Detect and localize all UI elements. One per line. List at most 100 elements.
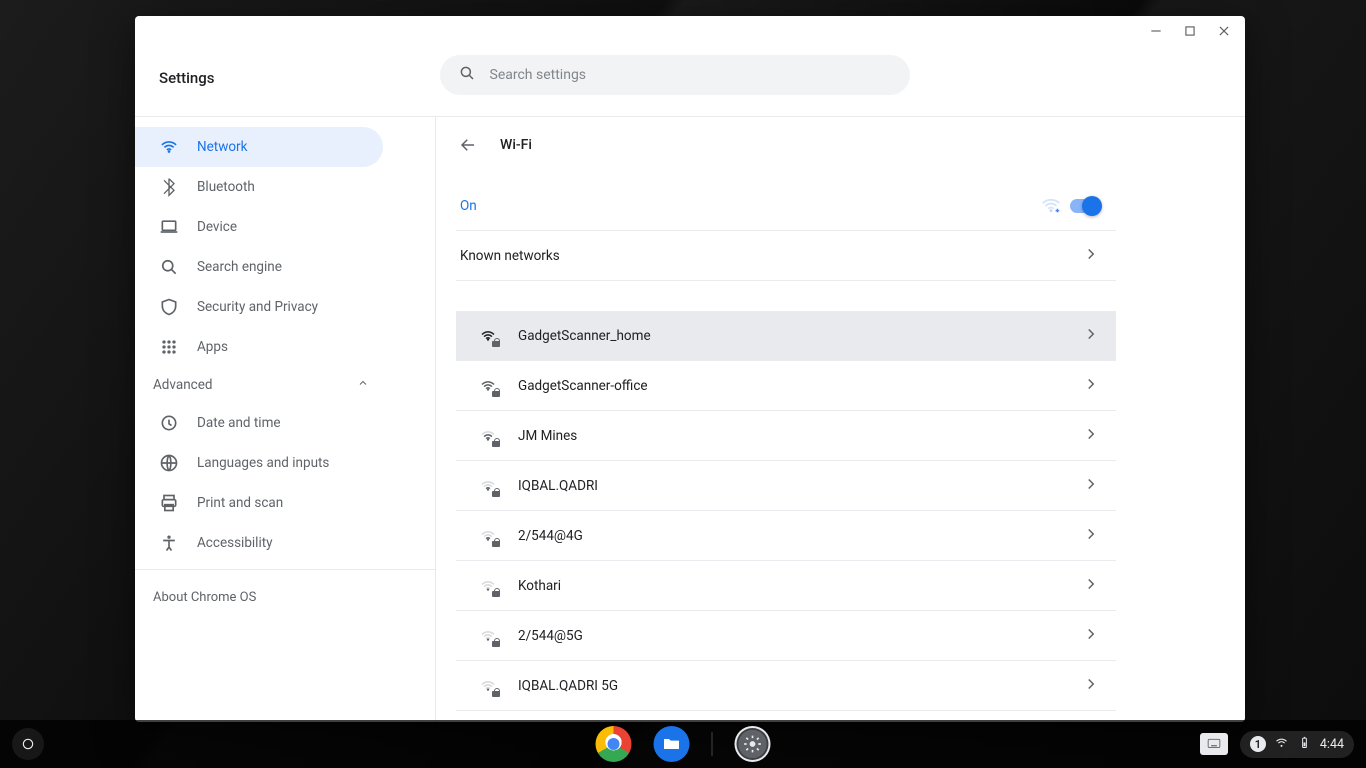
- wifi-network-row[interactable]: IQBAL.QADRI 5G: [456, 661, 1116, 711]
- sidebar-item-device[interactable]: Device: [135, 207, 383, 247]
- sidebar-item-date-and-time[interactable]: Date and time: [135, 403, 383, 443]
- sidebar-item-search-engine[interactable]: Search engine: [135, 247, 383, 287]
- clock: 4:44: [1320, 737, 1344, 752]
- wifi-signal-icon: [477, 377, 499, 395]
- sidebar-about[interactable]: About Chrome OS: [135, 576, 435, 619]
- wifi-network-row[interactable]: 2/544@5G: [456, 611, 1116, 661]
- lock-icon: [492, 338, 500, 347]
- lock-icon: [492, 688, 500, 697]
- clock-icon: [159, 413, 179, 433]
- chrome-app-icon[interactable]: [596, 726, 632, 762]
- lock-icon: [492, 588, 500, 597]
- sidebar-item-label: Security and Privacy: [197, 299, 318, 315]
- maximize-button[interactable]: [1183, 24, 1197, 38]
- back-button[interactable]: [458, 135, 478, 155]
- sidebar-item-label: Network: [197, 139, 247, 155]
- chevron-right-icon: [1082, 425, 1100, 447]
- chevron-right-icon: [1082, 375, 1100, 397]
- search-icon: [458, 64, 476, 86]
- access-icon: [159, 533, 179, 553]
- sidebar-item-languages-and-inputs[interactable]: Languages and inputs: [135, 443, 383, 483]
- chevron-right-icon: [1082, 475, 1100, 497]
- wifi-network-row[interactable]: GadgetScanner-office: [456, 361, 1116, 411]
- globe-icon: [159, 453, 179, 473]
- wifi-network-row[interactable]: GadgetScanner_home: [456, 311, 1116, 361]
- chevron-right-icon: [1082, 325, 1100, 347]
- known-networks-row[interactable]: Known networks: [456, 231, 1116, 281]
- wifi-signal-icon: [477, 477, 499, 495]
- settings-app-icon[interactable]: [735, 726, 771, 762]
- wifi-ssid: 2/544@5G: [518, 628, 583, 644]
- window-titlebar: [135, 16, 1245, 46]
- wifi-signal-icon: [477, 327, 499, 345]
- wifi-signal-icon: [477, 577, 499, 595]
- wifi-network-row[interactable]: Kothari: [456, 561, 1116, 611]
- minimize-button[interactable]: [1149, 24, 1163, 38]
- search-icon: [159, 257, 179, 277]
- wifi-ssid: GadgetScanner-office: [518, 378, 648, 394]
- ime-button[interactable]: [1200, 733, 1228, 755]
- battery-status-icon: [1297, 735, 1312, 754]
- lock-icon: [492, 488, 500, 497]
- sidebar-advanced-toggle[interactable]: Advanced: [135, 367, 435, 403]
- app-title: Settings: [159, 69, 215, 87]
- status-tray[interactable]: 1 4:44: [1240, 731, 1354, 758]
- wifi-toggle-row: On: [456, 181, 1116, 231]
- wifi-icon: [159, 137, 179, 157]
- chevron-right-icon: [1082, 625, 1100, 647]
- wifi-toggle-label: On: [458, 198, 477, 214]
- sidebar-item-label: Languages and inputs: [197, 455, 329, 471]
- wifi-network-row[interactable]: IQBAL.QADRI: [456, 461, 1116, 511]
- sidebar-item-label: Print and scan: [197, 495, 283, 511]
- close-button[interactable]: [1217, 24, 1231, 38]
- wifi-ssid: 2/544@4G: [518, 528, 583, 544]
- laptop-icon: [159, 217, 179, 237]
- wifi-ssid: Kothari: [518, 578, 561, 594]
- settings-sidebar: Network Bluetooth DeviceSearch engine Secur…: [135, 117, 435, 722]
- search-input[interactable]: [490, 67, 892, 83]
- search-settings[interactable]: [440, 55, 910, 95]
- page-title: Wi-Fi: [500, 137, 532, 153]
- files-app-icon[interactable]: [654, 726, 690, 762]
- wifi-ssid: JM Mines: [518, 428, 577, 444]
- wifi-ssid: IQBAL.QADRI: [518, 478, 598, 494]
- lock-icon: [492, 638, 500, 647]
- app-header: Settings: [135, 46, 1245, 116]
- settings-content: Wi-Fi On Known networks: [435, 117, 1245, 722]
- wifi-status-icon: [1274, 735, 1289, 754]
- shield-icon: [159, 297, 179, 317]
- known-networks-label: Known networks: [460, 248, 560, 264]
- wifi-ssid: IQBAL.QADRI 5G: [518, 678, 618, 694]
- launcher-button[interactable]: [12, 728, 44, 760]
- page-header: Wi-Fi: [436, 117, 1116, 181]
- notification-count: 1: [1250, 736, 1266, 752]
- advanced-label: Advanced: [153, 377, 213, 393]
- wifi-signal-icon: [477, 527, 499, 545]
- sidebar-item-accessibility[interactable]: Accessibility: [135, 523, 383, 563]
- wifi-toggle[interactable]: [1070, 199, 1100, 213]
- add-network-icon[interactable]: [1040, 195, 1062, 217]
- chevron-right-icon: [1082, 675, 1100, 697]
- wifi-signal-icon: [477, 627, 499, 645]
- chevron-right-icon: [1082, 525, 1100, 547]
- print-icon: [159, 493, 179, 513]
- shelf-pinned-apps: [596, 726, 771, 762]
- sidebar-item-security-and-privacy[interactable]: Security and Privacy: [135, 287, 383, 327]
- shelf: 1 4:44: [0, 720, 1366, 768]
- wifi-ssid: GadgetScanner_home: [518, 328, 651, 344]
- sidebar-item-label: Accessibility: [197, 535, 273, 551]
- sidebar-item-label: Date and time: [197, 415, 281, 431]
- sidebar-item-bluetooth[interactable]: Bluetooth: [135, 167, 383, 207]
- lock-icon: [492, 538, 500, 547]
- wifi-network-row[interactable]: JM Mines: [456, 411, 1116, 461]
- sidebar-item-label: Bluetooth: [197, 179, 255, 195]
- sidebar-item-network[interactable]: Network: [135, 127, 383, 167]
- lock-icon: [492, 438, 500, 447]
- sidebar-item-apps[interactable]: Apps: [135, 327, 383, 367]
- wifi-signal-icon: [477, 677, 499, 695]
- sidebar-item-print-and-scan[interactable]: Print and scan: [135, 483, 383, 523]
- chevron-up-icon: [357, 377, 369, 393]
- chevron-right-icon: [1082, 575, 1100, 597]
- wifi-network-row[interactable]: 2/544@4G: [456, 511, 1116, 561]
- wifi-signal-icon: [477, 427, 499, 445]
